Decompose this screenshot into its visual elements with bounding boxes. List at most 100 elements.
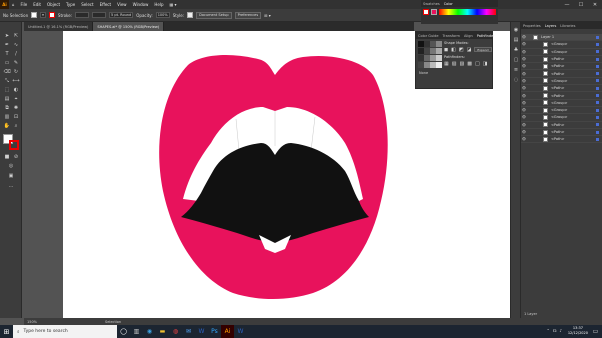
tab-color[interactable]: Color [442, 2, 455, 6]
layer-row[interactable]: 👁 <Group> [521, 78, 602, 86]
edit-toolbar-icon[interactable]: … [7, 182, 15, 189]
free-transform-tool-icon[interactable]: ⬚ [3, 86, 11, 93]
layer-target-indicator[interactable] [596, 57, 599, 61]
line-tool-icon[interactable]: / [12, 50, 20, 57]
menu-edit[interactable]: Edit [30, 2, 44, 7]
brush-dropdown[interactable]: 5 pt. Round [109, 12, 134, 18]
notification-icon[interactable]: ▭ [589, 325, 602, 338]
tab-shapes[interactable]: SHAPES.ai* @ 150% (RGB/Preview) [93, 22, 165, 31]
outline-icon[interactable]: □ [475, 61, 480, 67]
minus-front-icon[interactable]: ◧ [451, 47, 456, 53]
visibility-eye-icon[interactable]: 👁 [521, 108, 527, 112]
file-explorer-icon[interactable]: ▬ [156, 325, 169, 338]
visibility-eye-icon[interactable]: 👁 [521, 57, 527, 61]
menu-object[interactable]: Object [44, 2, 63, 7]
visibility-eye-icon[interactable]: 👁 [521, 86, 527, 90]
width-tool-icon[interactable]: ⟷ [12, 77, 20, 84]
exclude-icon[interactable]: ◪ [467, 47, 472, 53]
divide-icon[interactable]: ▦ [444, 61, 449, 67]
menu-window[interactable]: Window [130, 2, 152, 7]
pencil-tool-icon[interactable]: ✎ [12, 59, 20, 66]
layer-target-indicator[interactable] [596, 64, 599, 68]
eyedropper-tool-icon[interactable]: ⌖ [12, 95, 20, 102]
zoom-level[interactable]: 150% [27, 320, 37, 324]
task-view-icon[interactable]: ◯ [117, 325, 130, 338]
rotate-tool-icon[interactable]: ↻ [12, 68, 20, 75]
visibility-eye-icon[interactable]: 👁 [521, 35, 527, 39]
task-view-2-icon[interactable]: ▥ [130, 325, 143, 338]
layer-row[interactable]: 👁 <Path> [521, 63, 602, 71]
layer-row[interactable]: 👁 <Path> [521, 70, 602, 78]
type-tool-icon[interactable]: T [3, 50, 11, 57]
layer-row[interactable]: 👁 <Path> [521, 136, 602, 144]
home-icon[interactable]: ⌂ [9, 2, 18, 7]
shape-builder-tool-icon[interactable]: ◐ [12, 86, 20, 93]
visibility-eye-icon[interactable]: 👁 [521, 137, 527, 141]
layer-row[interactable]: 👁 <Group> [521, 41, 602, 49]
scale-tool-icon[interactable]: ⤡ [3, 77, 11, 84]
menu-view[interactable]: View [114, 2, 130, 7]
pen-tool-icon[interactable]: ✒ [3, 41, 11, 48]
tab-pathfinder[interactable]: Pathfinder [475, 34, 497, 38]
stroke-color-swatch[interactable] [423, 9, 429, 15]
visibility-eye-icon[interactable]: 👁 [521, 79, 527, 83]
layer-row[interactable]: 👁 <Path> [521, 129, 602, 137]
direct-selection-tool-icon[interactable]: ⇱ [12, 32, 20, 39]
chrome-icon[interactable]: ◍ [169, 325, 182, 338]
draw-mode-icon[interactable]: ◎ [7, 162, 15, 169]
eraser-tool-icon[interactable]: ⌫ [3, 68, 11, 75]
tab-untitled-1[interactable]: Untitled-1 @ 16.1% (RGB/Preview) [24, 22, 94, 31]
workspace-switcher-icon[interactable]: ▦ ▾ [166, 2, 179, 7]
selection-tool-icon[interactable]: ➤ [3, 32, 11, 39]
layer-target-indicator[interactable] [596, 108, 599, 112]
panel-icon-3[interactable]: ♣ [512, 46, 520, 53]
gradient-tool-icon[interactable]: ▤ [3, 95, 11, 102]
layer-row[interactable]: 👁 <Group> [521, 49, 602, 56]
crop-icon[interactable]: ▩ [467, 61, 472, 67]
network-icon[interactable]: ☊ [553, 328, 557, 333]
minus-back-icon[interactable]: ◨ [483, 61, 488, 67]
windows-start-icon[interactable]: ⊞ [0, 325, 13, 338]
blend-tool-icon[interactable]: ⧉ [3, 104, 11, 111]
word-icon[interactable]: W [195, 325, 208, 338]
layer-row[interactable]: 👁 <Group> [521, 114, 602, 122]
layer-target-indicator[interactable] [596, 72, 599, 76]
menu-select[interactable]: Select [78, 2, 96, 7]
visibility-eye-icon[interactable]: 👁 [521, 115, 527, 119]
layer-target-indicator[interactable] [596, 42, 599, 46]
layer-row[interactable]: 👁 <Path> [521, 56, 602, 64]
menu-type[interactable]: Type [63, 2, 78, 7]
zoom-tool-icon[interactable]: ⌕ [12, 122, 20, 129]
layer-target-indicator[interactable] [596, 94, 599, 98]
volume-icon[interactable]: ♪ [559, 328, 562, 333]
visibility-eye-icon[interactable]: 👁 [521, 94, 527, 98]
color-spectrum[interactable] [439, 9, 496, 15]
panel-icon-2[interactable]: ▤ [512, 36, 520, 43]
stroke-swatch[interactable] [48, 12, 55, 18]
rectangle-tool-icon[interactable]: ▭ [3, 59, 11, 66]
layer-target-indicator[interactable] [596, 50, 599, 54]
graph-tool-icon[interactable]: ▥ [3, 113, 11, 120]
stroke-weight-field[interactable] [75, 12, 90, 18]
taskbar-search[interactable]: ⌕ Type here to search [13, 325, 117, 338]
fill-dropdown[interactable]: ▾ [40, 12, 46, 18]
menu-help[interactable]: Help [151, 2, 166, 7]
photoshop-icon[interactable]: Ps [208, 325, 221, 338]
none-color-icon[interactable]: ⊘ [12, 153, 20, 160]
fill-swatch[interactable] [31, 12, 38, 18]
word-2-icon[interactable]: W [234, 325, 247, 338]
layer-target-indicator[interactable] [596, 101, 599, 105]
layer-row-top[interactable]: 👁 Layer 1 [521, 34, 602, 42]
layer-target-indicator[interactable] [596, 137, 599, 141]
panel-icon-4[interactable]: ▢ [512, 56, 520, 63]
layer-row[interactable]: 👁 <Group> [521, 100, 602, 107]
tab-libraries[interactable]: Libraries [558, 24, 577, 28]
minimize-button[interactable]: — [560, 0, 574, 9]
tab-swatches[interactable]: Swatches [421, 2, 442, 6]
intersect-icon[interactable]: ◩ [459, 47, 464, 53]
tab-align[interactable]: Align [462, 34, 475, 38]
unite-icon[interactable]: ◼ [444, 47, 448, 53]
variable-width-field[interactable] [92, 12, 107, 18]
opacity-field[interactable]: 100% [155, 12, 170, 18]
merge-icon[interactable]: ▨ [459, 61, 464, 67]
